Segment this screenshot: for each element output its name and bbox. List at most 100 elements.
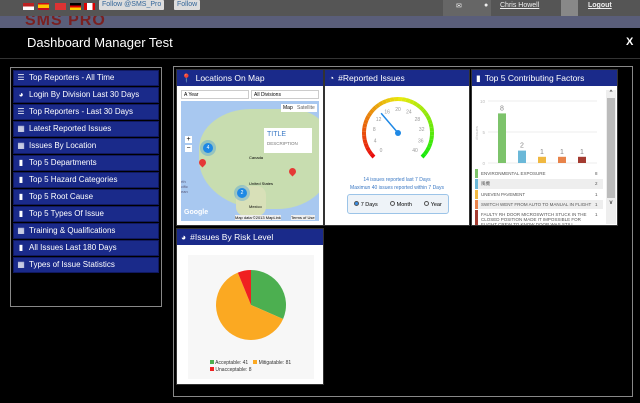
flag-us-icon[interactable] <box>23 3 34 10</box>
gauge-arc-segment <box>405 97 411 103</box>
bar-value-label: 2 <box>520 143 524 150</box>
sidebar-item[interactable]: ◕ Login By Division Last 30 Days <box>13 87 159 103</box>
period-select[interactable]: A Year <box>181 90 249 99</box>
widget-title: Locations On Map <box>195 73 265 83</box>
sidebar-item[interactable]: ▦ Latest Reported Issues <box>13 121 159 137</box>
gauge-tick-label: 40 <box>412 148 418 154</box>
gauge-arc-segment <box>425 115 432 121</box>
sidebar-item-label: Top 5 Departments <box>29 158 97 167</box>
flag-de-icon[interactable] <box>70 3 81 10</box>
mail-icon[interactable]: ✉ <box>456 2 462 10</box>
radio-icon[interactable] <box>424 200 430 206</box>
gauge-arc-segment <box>425 146 431 152</box>
factor-label: ENVIRONMENTAL EXPOSURE <box>481 171 546 176</box>
gauge-tick-label: 0 <box>380 148 383 154</box>
sidebar-item-label: Types of Issue Statistics <box>29 260 115 269</box>
factor-value: 1 <box>595 202 598 207</box>
period-radio[interactable]: Month <box>390 200 412 208</box>
flag-es-icon[interactable] <box>38 3 49 10</box>
widget-list: ☰ Top Reporters - All Time ◕ Login By Divis… <box>10 67 162 307</box>
sidebar-item[interactable]: ▦ Types of Issue Statistics <box>13 257 159 273</box>
sidebar-item[interactable]: ☰ Top Reporters - Last 30 Days <box>13 104 159 120</box>
map-type-satellite-button[interactable]: Satellite <box>295 104 317 112</box>
sidebar-item[interactable]: ▦ Training & Qualifications <box>13 223 159 239</box>
bar-value-label: 8 <box>500 105 504 112</box>
period-radio[interactable]: Year <box>424 200 442 208</box>
marker-cluster[interactable]: 2 <box>237 188 247 198</box>
scrollbar-thumb[interactable] <box>607 98 615 198</box>
avatar[interactable] <box>561 0 578 16</box>
division-select[interactable]: All Divisions <box>251 90 319 99</box>
map-type-map-button[interactable]: Map <box>281 104 295 112</box>
gauge-max: Maximun 40 issues reported within 7 Days <box>350 185 444 191</box>
sidebar-item-label: Login By Division Last 30 Days <box>29 90 140 99</box>
gauge-arc-segment <box>428 123 434 129</box>
marker-cluster[interactable]: 4 <box>203 143 213 153</box>
map-label: United States <box>249 181 274 186</box>
map-label: Canada <box>249 155 264 160</box>
factor-row: ENVIRONMENTAL EXPOSURE 8 <box>475 169 603 179</box>
radio-icon[interactable] <box>390 200 396 206</box>
logout-link[interactable]: Logout <box>588 2 612 9</box>
linkedin-follow-button[interactable]: Follow <box>174 0 201 10</box>
bar-chart-icon: ▮ <box>476 73 481 83</box>
scrollbar[interactable]: ^ v <box>606 90 616 224</box>
radio-label: 7 Days <box>360 201 378 208</box>
gauge-arc-segment <box>420 152 427 159</box>
map-canvas[interactable]: Map Satellite + − TITLE DESCRIPTION 4 2 C… <box>181 101 319 221</box>
bar-value-label: 1 <box>580 149 584 156</box>
gauge-arc-segment <box>381 99 387 105</box>
popup-description: DESCRIPTION <box>267 141 298 146</box>
zoom-in-button[interactable]: + <box>185 136 192 143</box>
gauge-arc-segment <box>363 119 369 125</box>
gauge-arc-segment <box>363 142 369 149</box>
widget-title: Top 5 Contributing Factors <box>484 73 585 83</box>
flag-ca-icon[interactable] <box>84 3 95 10</box>
legend-item: Unacceptable: 8 <box>210 367 252 373</box>
gauge-tick-label: 24 <box>406 110 412 116</box>
dashboard-panel: 📍 Locations On Map A Year All Divisions M… <box>173 66 633 397</box>
logo: SMS PRO <box>25 16 106 28</box>
sidebar-item[interactable]: ▮ Top 5 Types Of Issue <box>13 206 159 222</box>
gauge-arc-segment <box>389 97 395 102</box>
sidebar-item-label: All Issues Last 180 Days <box>29 243 117 252</box>
terms-link[interactable]: Terms of Use <box>291 215 315 220</box>
notification-icon[interactable]: ● <box>484 2 488 9</box>
sidebar-item[interactable]: ☰ Top Reporters - All Time <box>13 70 159 86</box>
flag-tw-icon[interactable] <box>55 3 66 10</box>
gauge-arc-segment <box>421 108 428 115</box>
legend-label: Unacceptable <box>215 367 246 373</box>
widget-contributing-factors: ▮ Top 5 Contributing Factors #Issues 0 5 10 8… <box>471 69 618 226</box>
radio-icon[interactable] <box>354 200 360 206</box>
period-radio[interactable]: 7 Days <box>354 200 378 208</box>
sidebar-item[interactable]: ▮ Top 5 Root Cause <box>13 189 159 205</box>
divider <box>0 58 640 59</box>
sidebar-item-label: Latest Reported Issues <box>29 124 112 133</box>
sidebar-item[interactable]: ▮ Top 5 Departments <box>13 155 159 171</box>
sidebar-item[interactable]: ▦ Issues By Location <box>13 138 159 154</box>
factor-value: 1 <box>595 192 598 197</box>
sidebar-item[interactable]: ▮ Top 5 Hazard Categories <box>13 172 159 188</box>
scroll-up-icon[interactable]: ^ <box>606 90 616 96</box>
twitter-follow-button[interactable]: Follow @SMS_Pro <box>99 0 165 10</box>
gauge-arc-segment <box>385 97 391 103</box>
user-name-link[interactable]: Chris Howell <box>500 2 539 9</box>
gauge-arc-segment <box>423 149 429 156</box>
legend-item: Acceptable: 41 <box>210 360 248 366</box>
gauge-arc-segment <box>427 119 433 125</box>
google-logo: Google <box>184 209 209 216</box>
scroll-down-icon[interactable]: v <box>606 200 616 206</box>
factors-legend-table: ENVIRONMENTAL EXPOSURE 8 風機 2 UNEVEN PAVEMEN… <box>475 169 603 225</box>
factor-value: 2 <box>595 181 598 186</box>
gauge-arc-segment <box>377 100 384 107</box>
gauge-arc-segment <box>412 100 419 107</box>
zoom-out-button[interactable]: − <box>185 145 192 152</box>
sidebar-item[interactable]: ▮ All Issues Last 180 Days <box>13 240 159 256</box>
map-label: Mexico <box>249 204 262 209</box>
y-tick-label: 10 <box>480 99 486 104</box>
sidebar-item-label: Top Reporters - Last 30 Days <box>29 107 134 116</box>
factor-row: FAULTY RH DOOR MICROSWITCH STUCK IN THE … <box>475 210 603 225</box>
risk-pie-chart <box>216 270 286 340</box>
gauge-arc-segment <box>365 146 371 152</box>
close-button[interactable]: X <box>626 36 633 48</box>
